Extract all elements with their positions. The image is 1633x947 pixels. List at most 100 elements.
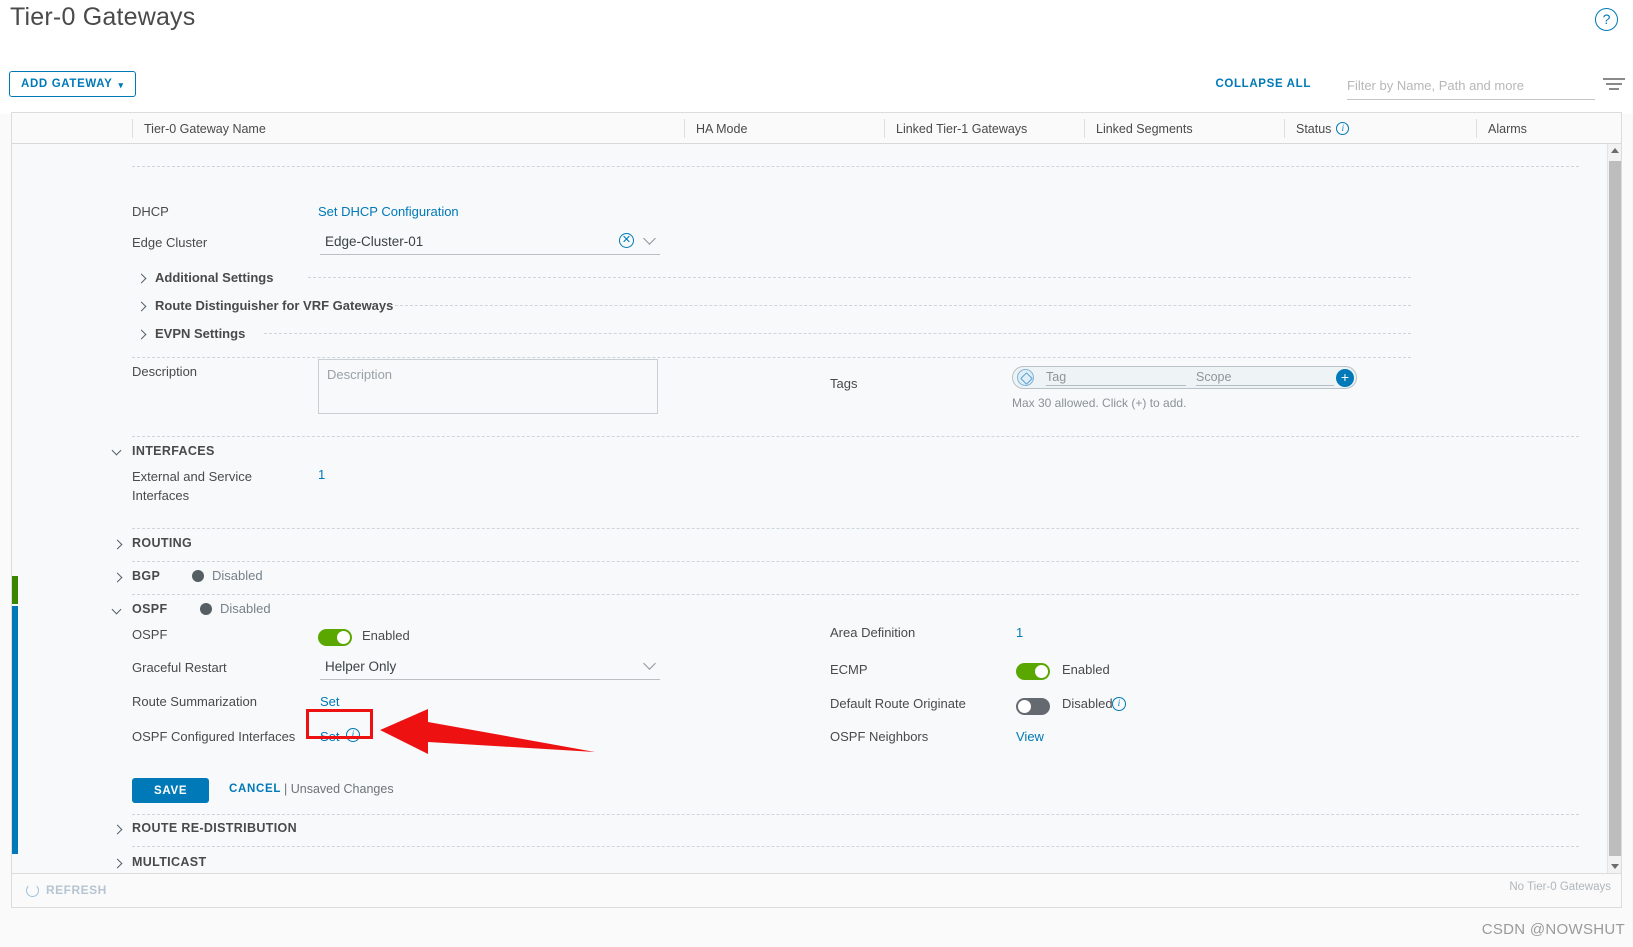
column-header-linked-segments[interactable]: Linked Segments (1084, 113, 1284, 144)
set-dhcp-configuration-link[interactable]: Set DHCP Configuration (318, 204, 459, 219)
add-gateway-button[interactable]: ADD GATEWAY ▾ (9, 71, 136, 97)
tag-icon (1017, 369, 1034, 386)
ecmp-toggle[interactable] (1016, 663, 1050, 680)
ospf-neighbors-label: OSPF Neighbors (830, 729, 929, 744)
ospf-toggle-label: OSPF (132, 627, 168, 642)
refresh-label: REFRESH (46, 883, 107, 897)
table-body: DHCP Set DHCP Configuration Edge Cluster… (12, 144, 1621, 873)
description-input[interactable] (318, 359, 658, 414)
ospf-toggle-state-label: Enabled (362, 628, 410, 643)
info-icon[interactable]: i (1112, 697, 1126, 711)
interfaces-section-title[interactable]: INTERFACES (132, 444, 215, 458)
refresh-button[interactable]: REFRESH (26, 883, 107, 897)
divider (132, 528, 1579, 529)
chevron-down-icon[interactable] (643, 657, 656, 670)
column-header-alarms[interactable]: Alarms (1476, 113, 1596, 144)
ospf-neighbors-view-link[interactable]: View (1016, 729, 1044, 744)
vertical-scrollbar[interactable] (1607, 144, 1621, 873)
ospf-configured-interfaces-set-link[interactable]: Set (320, 729, 340, 744)
ospf-state-dot-icon (200, 603, 212, 615)
default-route-state-label: Disabled (1062, 696, 1113, 711)
scope-input[interactable] (1196, 369, 1334, 386)
info-icon[interactable]: i (346, 728, 360, 742)
divider (132, 166, 1579, 167)
no-results-label: No Tier-0 Gateways (1509, 881, 1611, 893)
tag-input[interactable] (1046, 369, 1186, 386)
bgp-state-text: Disabled (212, 568, 263, 583)
area-definition-count[interactable]: 1 (1016, 625, 1023, 640)
edge-cluster-select[interactable]: Edge-Cluster-01 ✕ (320, 229, 660, 255)
scroll-down-arrow-icon[interactable] (1611, 864, 1619, 869)
route-redistribution-section-toggle[interactable] (112, 823, 126, 837)
route-distinguisher-label[interactable]: Route Distinguisher for VRF Gateways (155, 298, 393, 313)
info-icon[interactable]: i (1336, 122, 1350, 135)
tags-label: Tags (830, 376, 858, 391)
add-gateway-label: ADD GATEWAY (21, 78, 113, 90)
plus-icon[interactable]: + (1336, 369, 1354, 387)
route-distinguisher-toggle[interactable] (136, 300, 150, 314)
interfaces-section-toggle[interactable] (111, 445, 126, 459)
cancel-button[interactable]: CANCEL (229, 783, 281, 795)
divider (395, 305, 1411, 306)
column-header-linked-tier1[interactable]: Linked Tier-1 Gateways (884, 113, 1084, 144)
description-label: Description (132, 364, 198, 379)
save-button[interactable]: SAVE (132, 778, 210, 803)
tags-control[interactable]: + (1012, 366, 1357, 389)
edge-cluster-value: Edge-Cluster-01 (325, 234, 424, 249)
column-header-ha-mode[interactable]: HA Mode (684, 113, 884, 144)
bgp-state-dot-icon (192, 570, 204, 582)
gateway-detail-pane: DHCP Set DHCP Configuration Edge Cluster… (12, 144, 1607, 873)
ecmp-state-label: Enabled (1062, 662, 1110, 677)
divider (132, 436, 1579, 437)
chevron-down-icon: ▾ (118, 79, 124, 90)
external-service-interfaces-count[interactable]: 1 (318, 467, 325, 482)
ospf-section-toggle[interactable] (111, 604, 126, 618)
multicast-section-toggle[interactable] (112, 857, 126, 871)
route-summarization-label: Route Summarization (132, 694, 257, 709)
divider (132, 594, 1579, 595)
external-service-interfaces-label: External and Service Interfaces (132, 469, 252, 503)
divider (132, 846, 1579, 847)
unsaved-changes-label: | Unsaved Changes (284, 782, 394, 796)
routing-section-toggle[interactable] (112, 538, 126, 552)
graceful-restart-value: Helper Only (325, 659, 397, 674)
gateways-table: Tier-0 Gateway Name HA Mode Linked Tier-… (11, 112, 1622, 874)
default-route-originate-label: Default Route Originate (830, 696, 966, 711)
scroll-up-arrow-icon[interactable] (1611, 148, 1619, 153)
page-header: Tier-0 Gateways ? (0, 0, 1633, 52)
refresh-icon (26, 883, 39, 897)
column-header-gateway-name[interactable]: Tier-0 Gateway Name (132, 113, 692, 144)
clear-circle-icon[interactable]: ✕ (619, 233, 634, 248)
divider (132, 561, 1579, 562)
evpn-settings-label[interactable]: EVPN Settings (155, 326, 245, 341)
filter-input[interactable] (1347, 72, 1595, 99)
scrollbar-thumb[interactable] (1609, 161, 1621, 856)
route-summarization-set-link[interactable]: Set (320, 694, 340, 709)
graceful-restart-label: Graceful Restart (132, 660, 227, 675)
help-circle-icon[interactable]: ? (1595, 8, 1618, 31)
divider (308, 277, 1411, 278)
column-header-status[interactable]: Status i (1284, 113, 1476, 144)
bgp-section-toggle[interactable] (112, 571, 126, 585)
dhcp-label: DHCP (132, 204, 169, 219)
toolbar: ADD GATEWAY ▾ COLLAPSE ALL (0, 52, 1633, 114)
ospf-state-text: Disabled (220, 601, 271, 616)
default-route-originate-toggle[interactable] (1016, 698, 1050, 715)
ospf-enable-toggle[interactable] (318, 629, 352, 646)
area-definition-label: Area Definition (830, 625, 916, 640)
chevron-down-icon[interactable] (643, 232, 656, 245)
ospf-section-title[interactable]: OSPF (132, 602, 167, 616)
additional-settings-toggle[interactable] (136, 272, 150, 286)
filter-icon[interactable] (1603, 78, 1625, 94)
routing-section-title[interactable]: ROUTING (132, 536, 192, 550)
edge-cluster-label: Edge Cluster (132, 235, 208, 250)
evpn-settings-toggle[interactable] (136, 328, 150, 342)
graceful-restart-select[interactable]: Helper Only (320, 654, 660, 680)
additional-settings-label[interactable]: Additional Settings (155, 270, 273, 285)
watermark: CSDN @NOWSHUT (1481, 921, 1625, 938)
route-redistribution-section-title[interactable]: ROUTE RE-DISTRIBUTION (132, 821, 297, 835)
collapse-all-button[interactable]: COLLAPSE ALL (1215, 78, 1311, 90)
multicast-section-title[interactable]: MULTICAST (132, 855, 206, 869)
bgp-section-title[interactable]: BGP (132, 569, 160, 583)
divider (132, 357, 1411, 358)
